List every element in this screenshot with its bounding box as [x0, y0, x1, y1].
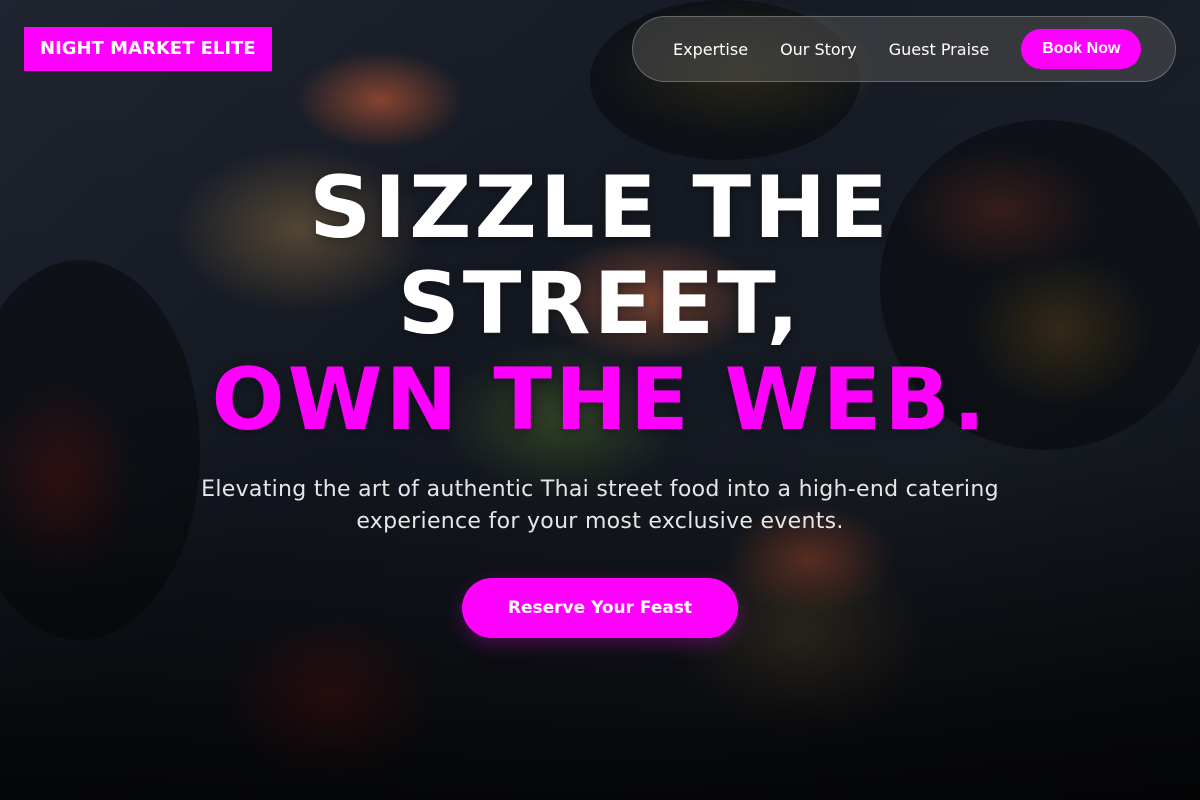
main-nav: Expertise Our Story Guest Praise Book No… — [632, 16, 1176, 82]
book-now-button[interactable]: Book Now — [1021, 29, 1142, 69]
headline-line-1: SIZZLE THE — [309, 158, 891, 258]
brand-logo[interactable]: NIGHT MARKET ELITE — [24, 27, 272, 71]
headline-line-3: OWN THE WEB. — [211, 350, 989, 450]
reserve-feast-button[interactable]: Reserve Your Feast — [462, 578, 738, 638]
headline-line-2: STREET, — [397, 254, 803, 354]
hero-headline: SIZZLE THE STREET, OWN THE WEB. — [0, 160, 1200, 448]
nav-link-guest-praise[interactable]: Guest Praise — [889, 40, 989, 59]
hero-subtitle: Elevating the art of authentic Thai stre… — [201, 477, 999, 534]
nav-link-expertise[interactable]: Expertise — [673, 40, 748, 59]
nav-link-our-story[interactable]: Our Story — [780, 40, 857, 59]
